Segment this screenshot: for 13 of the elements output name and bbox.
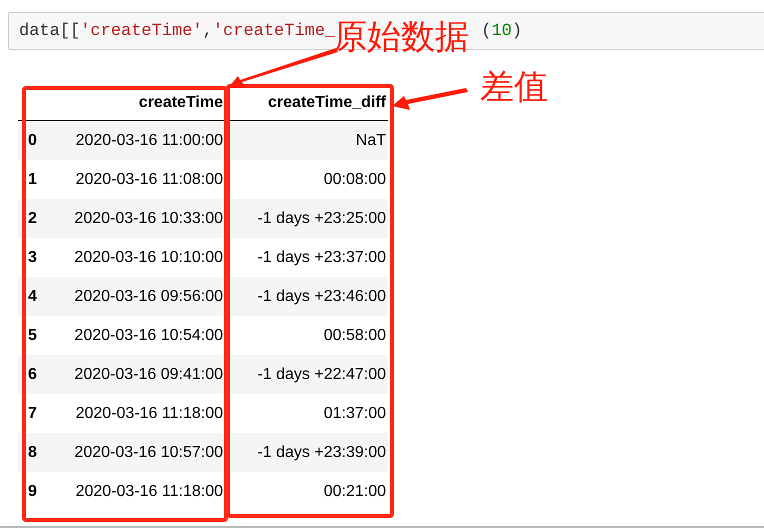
code-token: 'createTime' <box>80 22 203 40</box>
code-token: 'createTime_ <box>212 22 336 40</box>
table-cell: 2020-03-16 11:00:00 <box>48 121 225 160</box>
code-token: , <box>202 22 213 40</box>
annotation-label: 差值 <box>480 70 548 104</box>
table-cell: 2020-03-16 10:57:00 <box>48 433 225 472</box>
code-token: data[[ <box>19 22 80 40</box>
code-token: ( <box>481 22 492 40</box>
table-cell: 2020-03-16 09:56:00 <box>48 277 225 316</box>
table-cell: 2020-03-16 09:41:00 <box>48 355 225 394</box>
code-token: ) <box>512 22 522 40</box>
code-token: 10 <box>491 22 512 40</box>
table-cell: 2020-03-16 10:33:00 <box>48 199 225 238</box>
